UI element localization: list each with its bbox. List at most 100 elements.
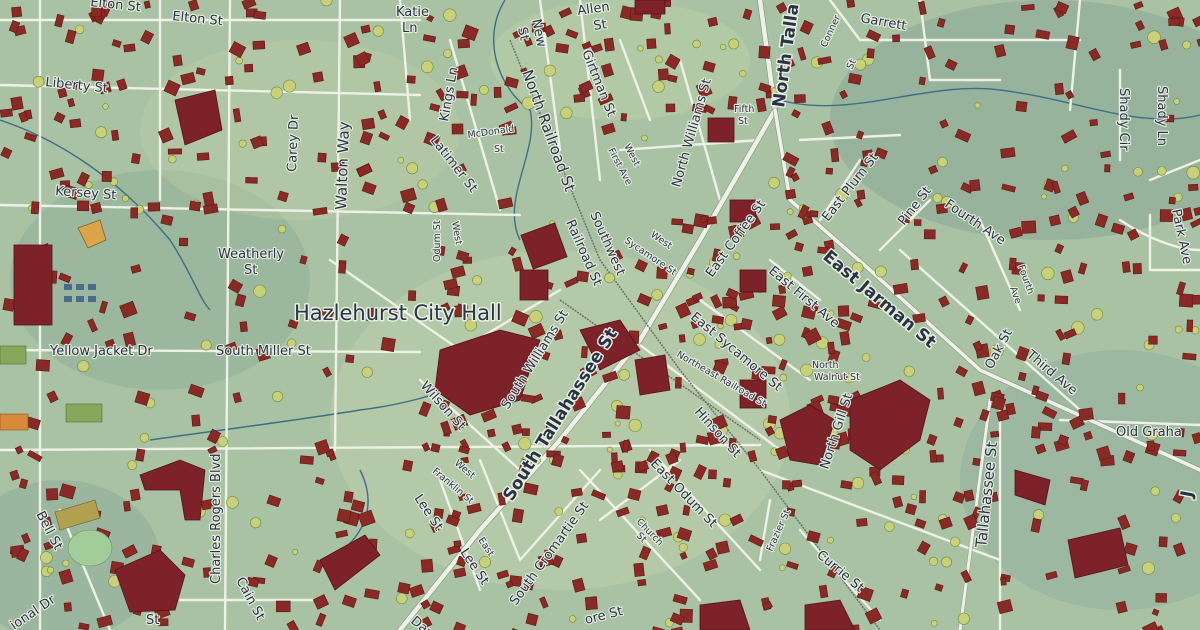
building bbox=[679, 442, 687, 453]
tree bbox=[779, 542, 792, 555]
building bbox=[35, 359, 51, 372]
tree bbox=[693, 333, 706, 346]
tree bbox=[361, 366, 373, 378]
building bbox=[1155, 593, 1167, 603]
building bbox=[13, 244, 53, 326]
tree bbox=[554, 507, 564, 516]
tree bbox=[168, 155, 177, 164]
tree bbox=[270, 86, 283, 99]
tree bbox=[941, 556, 952, 568]
building bbox=[675, 376, 682, 389]
street-label-allen-st: St bbox=[592, 17, 607, 34]
building bbox=[1191, 294, 1200, 305]
building bbox=[847, 72, 862, 85]
building bbox=[1000, 577, 1007, 586]
tree bbox=[417, 179, 428, 190]
tree bbox=[396, 592, 408, 605]
building bbox=[408, 290, 417, 301]
tree bbox=[773, 333, 786, 346]
tree bbox=[654, 55, 663, 64]
tree bbox=[768, 177, 780, 189]
tree bbox=[253, 284, 267, 298]
tree bbox=[827, 536, 834, 544]
building bbox=[972, 457, 981, 467]
street-label-mcdonald-st: St bbox=[494, 144, 504, 155]
building bbox=[782, 480, 791, 490]
building bbox=[451, 123, 464, 135]
building bbox=[584, 596, 598, 611]
tree bbox=[1133, 167, 1143, 177]
building bbox=[919, 490, 926, 504]
tree bbox=[139, 432, 150, 443]
tree bbox=[637, 45, 644, 52]
building bbox=[1168, 196, 1176, 205]
tree bbox=[543, 64, 556, 77]
building bbox=[769, 223, 781, 231]
street-label-walnut: Walnut St bbox=[814, 372, 860, 383]
street-label-north: North bbox=[812, 360, 839, 371]
building bbox=[1121, 261, 1131, 273]
street-label-yellow-jacket: Yellow Jacket Dr bbox=[49, 344, 153, 359]
building bbox=[655, 504, 669, 517]
building bbox=[963, 489, 975, 502]
tree bbox=[238, 139, 247, 148]
tree bbox=[614, 420, 621, 427]
building bbox=[521, 428, 530, 437]
building bbox=[615, 405, 631, 420]
building bbox=[360, 24, 371, 34]
building bbox=[402, 459, 414, 472]
tree bbox=[1173, 98, 1180, 105]
building bbox=[69, 118, 82, 129]
building bbox=[570, 487, 583, 497]
building bbox=[172, 54, 183, 67]
building bbox=[101, 170, 112, 182]
building bbox=[837, 305, 850, 317]
building bbox=[129, 488, 141, 502]
building bbox=[525, 612, 539, 626]
street-label-south-miller: South Miller St bbox=[216, 344, 311, 359]
building bbox=[602, 431, 611, 438]
tree bbox=[728, 38, 740, 50]
place-label-city-hall: Hazlehurst City Hall bbox=[294, 301, 502, 325]
building bbox=[686, 267, 695, 276]
building bbox=[715, 540, 730, 555]
building bbox=[1132, 263, 1142, 275]
tree bbox=[720, 43, 727, 51]
tree bbox=[1136, 383, 1144, 392]
tree bbox=[1090, 308, 1104, 321]
tree bbox=[1150, 486, 1160, 496]
building bbox=[990, 430, 1000, 438]
building bbox=[891, 475, 905, 486]
building bbox=[892, 34, 901, 43]
building bbox=[969, 179, 981, 192]
tree bbox=[678, 542, 688, 552]
building bbox=[664, 23, 671, 35]
building bbox=[856, 518, 868, 527]
building bbox=[1078, 407, 1094, 422]
street-label-carey-dr: Carey Dr bbox=[285, 114, 302, 172]
building bbox=[555, 43, 570, 54]
building bbox=[430, 443, 441, 453]
tree bbox=[95, 126, 108, 139]
street-label-shady-ln: Shady Ln bbox=[1154, 86, 1169, 146]
map-canvas[interactable]: Elton St Elton St Katie Ln Allen St New … bbox=[0, 0, 1200, 630]
building bbox=[457, 38, 470, 49]
building bbox=[0, 108, 13, 118]
street-label-walton-way: Walton Way bbox=[332, 121, 353, 210]
tree bbox=[283, 79, 296, 93]
building bbox=[135, 448, 146, 462]
tree bbox=[560, 106, 573, 119]
building bbox=[827, 341, 836, 355]
tree bbox=[235, 56, 243, 65]
building bbox=[63, 602, 72, 612]
building bbox=[975, 284, 990, 301]
building bbox=[573, 93, 586, 103]
building bbox=[1061, 352, 1072, 366]
building bbox=[665, 103, 676, 113]
map-view[interactable]: Elton St Elton St Katie Ln Allen St New … bbox=[0, 0, 1200, 630]
tree bbox=[692, 39, 701, 49]
building bbox=[1020, 4, 1035, 12]
building bbox=[167, 148, 182, 155]
tree bbox=[1171, 513, 1181, 523]
building bbox=[892, 283, 909, 295]
